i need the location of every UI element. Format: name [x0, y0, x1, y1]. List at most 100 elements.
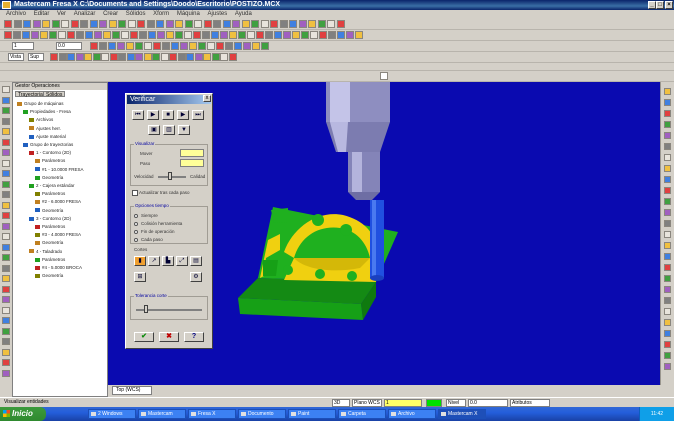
side-tool-icon[interactable] — [2, 159, 10, 167]
tree-item[interactable]: Archivos — [29, 117, 53, 123]
toolbar-tool-icon[interactable] — [70, 20, 79, 28]
color-option-icon[interactable]: ▮ — [134, 256, 146, 266]
toolbar-tool-icon[interactable] — [160, 53, 169, 61]
tree-item[interactable]: Parámetros — [35, 224, 65, 230]
toolbar-tool-icon[interactable] — [126, 53, 135, 61]
speed-slider-handle[interactable] — [168, 172, 172, 180]
toolbar-tool-icon[interactable] — [220, 31, 228, 39]
toolbar-tool-icon[interactable] — [238, 31, 246, 39]
view-tool-icon[interactable] — [664, 187, 671, 194]
display-mode-1-icon[interactable]: ▣ — [148, 125, 160, 135]
toolbar-tool-icon[interactable] — [156, 20, 164, 28]
tool-option-icon[interactable]: ↗ — [148, 256, 160, 266]
ok-button[interactable]: ✔ — [134, 332, 154, 342]
tree-item[interactable]: #1 - 10.0000 FRESA — [35, 167, 84, 173]
radio-each-step[interactable] — [134, 238, 138, 242]
menu-xform[interactable]: Xform — [153, 11, 169, 17]
toolbar-tool-icon[interactable] — [186, 53, 194, 61]
menu-editar[interactable]: Editar — [34, 11, 50, 17]
toolbar-tool-icon[interactable] — [58, 31, 66, 39]
toolbar-tool-icon[interactable] — [61, 20, 69, 28]
toolbar-tool-icon[interactable] — [211, 53, 220, 61]
side-tool-icon[interactable] — [2, 180, 10, 188]
move-value-field[interactable] — [180, 149, 204, 157]
toolbar-tool-icon[interactable] — [84, 53, 92, 61]
tree-item[interactable]: 2 - Cajera estándar — [29, 183, 75, 189]
view-tool-icon[interactable] — [664, 352, 671, 359]
view-tool-icon[interactable] — [664, 297, 671, 304]
view-tool-icon[interactable] — [664, 275, 671, 282]
toolbar-tool-icon[interactable] — [270, 20, 278, 28]
status-attributes[interactable]: Atributos — [510, 399, 550, 407]
menu-ayuda[interactable]: Ayuda — [235, 11, 252, 17]
maximize-button[interactable]: □ — [656, 1, 664, 9]
taskbar-item[interactable]: Mastercam X — [438, 409, 486, 419]
toolbar-tool-icon[interactable] — [32, 20, 41, 28]
view-field[interactable]: Vista — [8, 53, 24, 61]
cancel-button[interactable]: ✖ — [159, 332, 179, 342]
toolbar-tool-icon[interactable] — [216, 42, 224, 50]
view-tool-icon[interactable] — [664, 143, 671, 150]
toolbar-tool-icon[interactable] — [337, 31, 345, 39]
toolbar-tool-icon[interactable] — [301, 31, 309, 39]
verify-close-button[interactable]: x — [203, 95, 211, 102]
toolbar-tool-icon[interactable] — [202, 31, 210, 39]
chart-option-icon[interactable]: ▙ — [162, 256, 174, 266]
toolbar-tool-icon[interactable] — [298, 20, 307, 28]
toolbar-tool-icon[interactable] — [103, 31, 111, 39]
tree-item[interactable]: 1 - Contorno (2D) — [29, 150, 71, 156]
toolbar-tool-icon[interactable] — [310, 31, 318, 39]
status-color-swatch[interactable] — [426, 399, 442, 407]
toolbar-tool-icon[interactable] — [256, 31, 264, 39]
side-tool-icon[interactable] — [2, 149, 10, 156]
toolbar-tool-icon[interactable] — [252, 42, 260, 50]
tree-item[interactable]: Parámetros — [35, 257, 65, 263]
status-level-label[interactable]: Nivel — [446, 399, 466, 407]
toolbar-tool-icon[interactable] — [4, 31, 12, 39]
grid-icon[interactable] — [380, 72, 388, 80]
status-z[interactable]: 0.0 — [468, 399, 508, 407]
toolbar-tool-icon[interactable] — [75, 53, 84, 61]
stop-button[interactable]: ■ — [162, 110, 174, 120]
tab-solids[interactable]: Sólidos — [43, 91, 66, 98]
side-tool-icon[interactable] — [2, 138, 10, 146]
tree-item[interactable]: Geometría — [35, 240, 63, 246]
toolbar-tool-icon[interactable] — [92, 53, 101, 61]
toolbar-tool-icon[interactable] — [99, 42, 107, 50]
tree-item[interactable]: Grupo de trayectorias — [23, 142, 73, 148]
menu-solidos[interactable]: Sólidos — [126, 11, 146, 17]
side-tool-icon[interactable] — [2, 296, 10, 303]
side-tool-icon[interactable] — [2, 306, 10, 314]
toolbar-tool-icon[interactable] — [162, 42, 170, 50]
side-tool-icon[interactable] — [2, 201, 10, 209]
menu-ajustes[interactable]: Ajustes — [208, 11, 228, 17]
toolbar-tool-icon[interactable] — [153, 42, 161, 50]
toolbar-tool-icon[interactable] — [130, 31, 138, 39]
view-tool-icon[interactable] — [664, 264, 671, 271]
view-tool-icon[interactable] — [664, 209, 671, 216]
level-field[interactable]: 1 — [12, 42, 34, 50]
toolbar-tool-icon[interactable] — [328, 31, 336, 39]
tree-item[interactable]: Propiedades - Fresa — [23, 109, 71, 115]
toolbar-tool-icon[interactable] — [4, 20, 12, 28]
toolbar-tool-icon[interactable] — [58, 53, 67, 61]
settings-icon[interactable]: ⚙ — [190, 272, 202, 282]
toolbar-tool-icon[interactable] — [143, 53, 152, 61]
toolbar-tool-icon[interactable] — [261, 42, 269, 50]
side-tool-icon[interactable] — [2, 338, 10, 345]
toolbar-tool-icon[interactable] — [85, 31, 93, 39]
toolbar-tool-icon[interactable] — [51, 20, 60, 28]
toolbar-tool-icon[interactable] — [241, 20, 250, 28]
z-depth-field[interactable]: 0.0 — [56, 42, 82, 50]
toolbar-tool-icon[interactable] — [194, 20, 202, 28]
toolbar-tool-icon[interactable] — [319, 31, 327, 39]
toolbar-tool-icon[interactable] — [177, 53, 186, 61]
toolbar-tool-icon[interactable] — [207, 42, 215, 50]
toolbar-tool-icon[interactable] — [180, 42, 188, 50]
update-checkbox[interactable] — [132, 190, 138, 196]
view-tool-icon[interactable] — [664, 231, 671, 238]
side-tool-icon[interactable] — [2, 317, 10, 324]
toolbar-tool-icon[interactable] — [292, 31, 300, 39]
side-tool-icon[interactable] — [2, 117, 10, 125]
tree-item[interactable]: Grupo de máquinas — [17, 101, 64, 107]
